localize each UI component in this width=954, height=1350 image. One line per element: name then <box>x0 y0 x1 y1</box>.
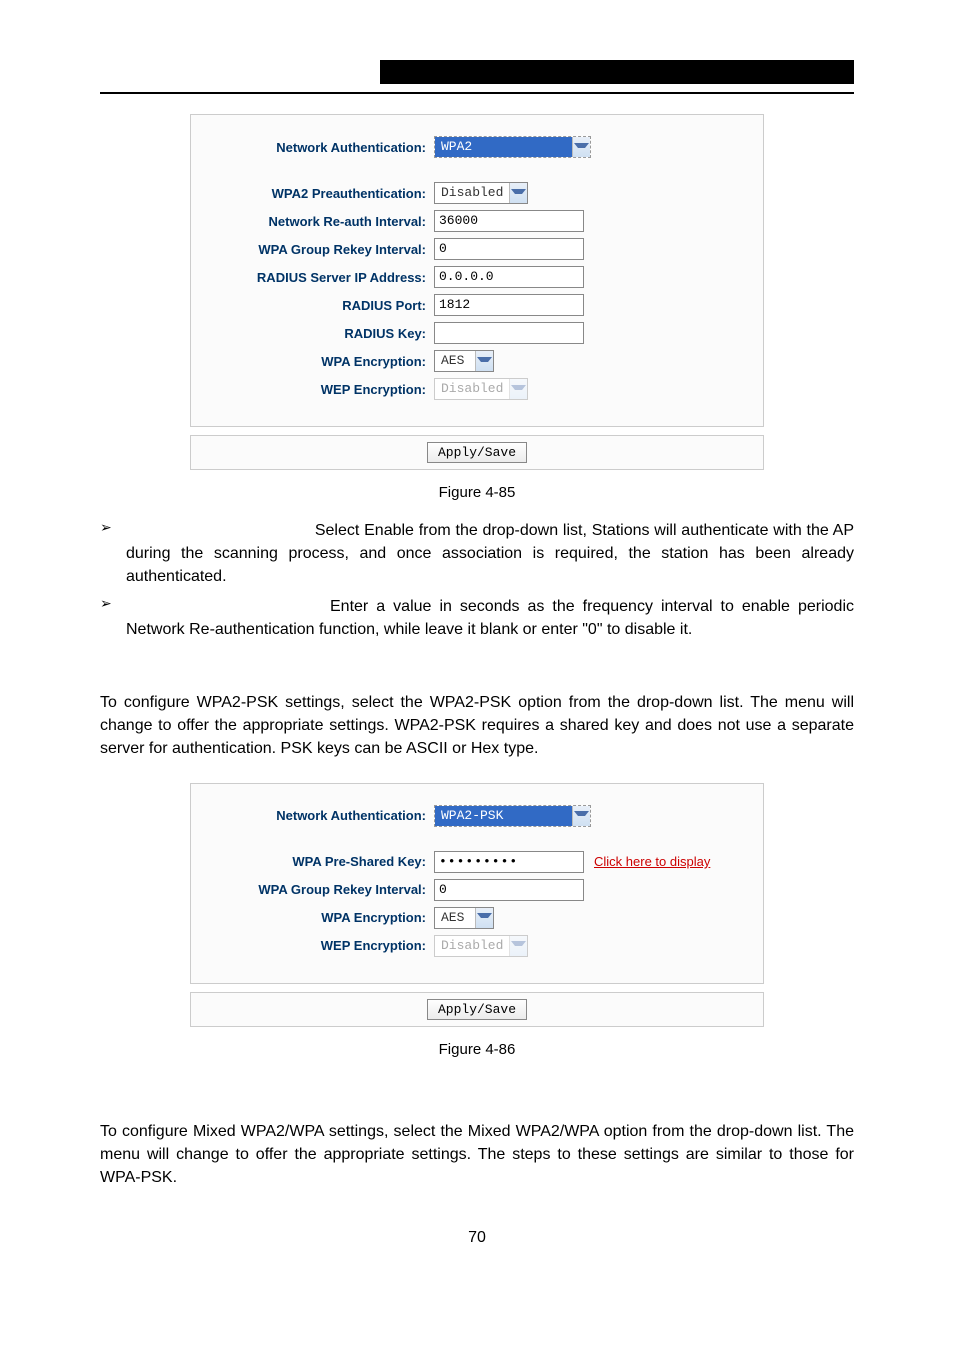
chevron-down-icon <box>509 183 527 203</box>
label-radius-ip: RADIUS Server IP Address: <box>191 270 434 285</box>
figure-caption-486: Figure 4-86 <box>100 1041 854 1058</box>
bullet-wpa2-preauth: ➢ WPA2 Preauthentication: Select Enable … <box>100 519 854 589</box>
label-psk: WPA Pre-Shared Key: <box>191 854 434 869</box>
paragraph-mixed: To configure Mixed WPA2/WPA settings, se… <box>100 1120 854 1190</box>
input-reauth-interval[interactable]: 36000 <box>434 210 584 232</box>
chevron-down-icon <box>475 908 493 928</box>
bullet-reauth-interval: ➢ Network Re-auth Interval: Enter a valu… <box>100 595 854 641</box>
section-heading-wpa2psk: 5. WPA2-PSK <box>100 651 207 669</box>
wpa2psk-settings-panel: Network Authentication: WPA2-PSK WPA Pre… <box>190 783 764 984</box>
bullet-text: WPA2 Preauthentication: Select Enable fr… <box>126 519 854 589</box>
label-group-rekey: WPA Group Rekey Interval: <box>191 242 434 257</box>
header-divider <box>100 92 854 94</box>
chevron-down-icon <box>509 936 527 956</box>
label-wep-encryption-2: WEP Encryption: <box>191 938 434 953</box>
chevron-down-icon <box>572 806 590 826</box>
select-wpa2-preauth[interactable]: Disabled <box>434 182 528 204</box>
page-container: Network Authentication: WPA2 WPA2 Preaut… <box>0 0 954 1287</box>
select-network-auth-2-value: WPA2-PSK <box>435 806 572 826</box>
label-network-auth: Network Authentication: <box>191 140 434 155</box>
bullet-icon: ➢ <box>100 595 126 641</box>
header-obscured-bar <box>380 60 854 84</box>
select-network-auth-2[interactable]: WPA2-PSK <box>434 805 591 827</box>
input-radius-ip[interactable]: 0.0.0.0 <box>434 266 584 288</box>
section-heading-mixed: 6. Mixed WPA2/WPA <box>100 1080 259 1098</box>
label-reauth-interval: Network Re-auth Interval: <box>191 214 434 229</box>
input-group-rekey[interactable]: 0 <box>434 238 584 260</box>
wpa2-settings-panel: Network Authentication: WPA2 WPA2 Preaut… <box>190 114 764 427</box>
label-wpa-encryption-2: WPA Encryption: <box>191 910 434 925</box>
select-network-auth-value: WPA2 <box>435 137 572 157</box>
label-wpa2-preauth: WPA2 Preauthentication: <box>191 186 434 201</box>
label-radius-port: RADIUS Port: <box>191 298 434 313</box>
select-wpa-encryption[interactable]: AES <box>434 350 494 372</box>
input-radius-port[interactable]: 1812 <box>434 294 584 316</box>
apply-save-button-2[interactable]: Apply/Save <box>427 999 527 1020</box>
label-network-auth-2: Network Authentication: <box>191 808 434 823</box>
apply-save-row-2: Apply/Save <box>190 992 764 1027</box>
label-group-rekey-2: WPA Group Rekey Interval: <box>191 882 434 897</box>
select-wep-encryption-2: Disabled <box>434 935 528 957</box>
bullet-icon: ➢ <box>100 519 126 589</box>
bullet-text: Network Re-auth Interval: Enter a value … <box>126 595 854 641</box>
select-wpa-encryption-2[interactable]: AES <box>434 907 494 929</box>
paragraph-wpa2psk: To configure WPA2-PSK settings, select t… <box>100 691 854 761</box>
input-radius-key[interactable] <box>434 322 584 344</box>
select-wep-encryption-2-value: Disabled <box>435 936 509 956</box>
input-group-rekey-2[interactable]: 0 <box>434 879 584 901</box>
select-wep-encryption-value: Disabled <box>435 379 509 399</box>
label-radius-key: RADIUS Key: <box>191 326 434 341</box>
select-wpa-encryption-2-value: AES <box>435 908 475 928</box>
page-number: 70 <box>100 1229 854 1247</box>
chevron-down-icon <box>509 379 527 399</box>
chevron-down-icon <box>572 137 590 157</box>
link-display-psk[interactable]: Click here to display <box>594 854 710 869</box>
figure-caption-485: Figure 4-85 <box>100 484 854 501</box>
select-wpa2-preauth-value: Disabled <box>435 183 509 203</box>
label-wep-encryption: WEP Encryption: <box>191 382 434 397</box>
select-network-auth[interactable]: WPA2 <box>434 136 591 158</box>
select-wpa-encryption-value: AES <box>435 351 475 371</box>
input-psk[interactable]: ••••••••• <box>434 851 584 873</box>
apply-save-button[interactable]: Apply/Save <box>427 442 527 463</box>
chevron-down-icon <box>475 351 493 371</box>
apply-save-row: Apply/Save <box>190 435 764 470</box>
label-wpa-encryption: WPA Encryption: <box>191 354 434 369</box>
select-wep-encryption: Disabled <box>434 378 528 400</box>
